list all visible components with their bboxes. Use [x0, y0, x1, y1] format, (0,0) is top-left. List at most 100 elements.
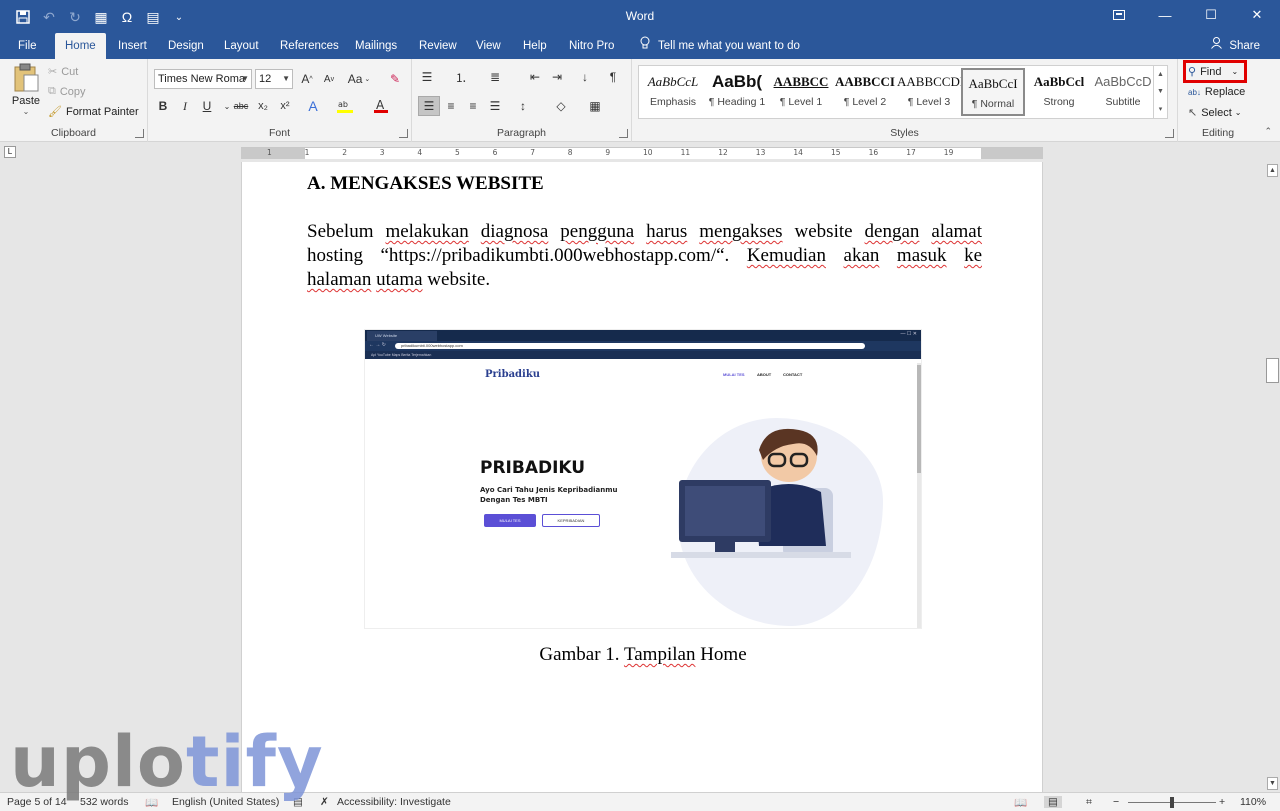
chevron-down-icon[interactable]: ▼: [1157, 88, 1164, 95]
bullets-icon[interactable]: ☰: [416, 67, 438, 87]
horizontal-ruler[interactable]: 1 1 2 3 4 5 6 7 8 9 10 11 12 13 14 15 16 17 19: [241, 147, 1043, 159]
more-styles-icon[interactable]: ▾: [1159, 105, 1163, 113]
tab-mailings[interactable]: Mailings: [345, 33, 407, 59]
scroll-down-icon[interactable]: ▼: [1267, 777, 1278, 790]
cut-button[interactable]: ✂ Cut: [48, 65, 78, 79]
copy-button[interactable]: ⧉ Copy: [48, 85, 86, 98]
web-layout-icon[interactable]: ⌗: [1086, 796, 1092, 809]
collapse-ribbon-icon[interactable]: ⌃: [1264, 126, 1272, 137]
scroll-up-icon[interactable]: ▲: [1267, 164, 1278, 177]
document-icon[interactable]: ▤: [142, 6, 164, 28]
paste-dropdown-icon[interactable]: ⌄: [23, 107, 30, 116]
align-right-icon[interactable]: ≡: [462, 96, 484, 116]
text-effects-icon[interactable]: A: [302, 96, 324, 116]
close-icon[interactable]: ✕: [1234, 0, 1280, 30]
superscript-button[interactable]: x²: [274, 96, 296, 116]
styles-launcher-icon[interactable]: [1165, 129, 1174, 138]
tab-nitro-pro[interactable]: Nitro Pro: [559, 33, 624, 59]
replace-button[interactable]: ab↓ Replace: [1188, 86, 1245, 98]
tab-insert[interactable]: Insert: [108, 33, 157, 59]
justify-icon[interactable]: ☰: [484, 96, 506, 116]
zoom-slider-thumb[interactable]: [1170, 797, 1174, 808]
style-heading-1[interactable]: AaBb(¶ Heading 1: [705, 68, 769, 116]
ruler-tick-label: 6: [492, 148, 498, 157]
highlight-color-button[interactable]: ab: [334, 96, 356, 116]
tell-me-search[interactable]: Tell me what you want to do: [640, 33, 800, 59]
tab-references[interactable]: References: [270, 33, 349, 59]
align-left-icon[interactable]: ☰: [418, 96, 440, 116]
italic-button[interactable]: I: [174, 96, 196, 116]
borders-icon[interactable]: ▦: [584, 96, 606, 116]
chevron-up-icon[interactable]: ▲: [1157, 71, 1164, 78]
line-spacing-icon[interactable]: ↕: [512, 96, 534, 116]
subscript-button[interactable]: x₂: [252, 96, 274, 116]
bold-button[interactable]: B: [152, 96, 174, 116]
change-case-button[interactable]: Aa ⌄: [344, 69, 374, 89]
strikethrough-button[interactable]: abc: [230, 96, 252, 116]
table-icon[interactable]: ▦: [90, 6, 112, 28]
style-emphasis[interactable]: AaBbCcL Emphasis: [641, 68, 705, 116]
print-layout-icon[interactable]: ▤: [1044, 796, 1062, 808]
font-launcher-icon[interactable]: [399, 129, 408, 138]
underline-button[interactable]: U: [196, 96, 218, 116]
vertical-scrollbar[interactable]: ▲ ▼: [1265, 162, 1280, 792]
font-color-button[interactable]: A: [370, 96, 392, 116]
person-icon: [1211, 37, 1225, 52]
sort-icon[interactable]: ↓: [574, 67, 596, 87]
zoom-level[interactable]: 110%: [1240, 796, 1266, 808]
site-hero-subtitle: Ayo Cari Tahu Jenis Kepribadianmu Dengan…: [480, 486, 618, 504]
tab-view[interactable]: View: [466, 33, 511, 59]
style-subtitle[interactable]: AaBbCcD Subtitle: [1091, 68, 1155, 116]
tab-design[interactable]: Design: [158, 33, 214, 59]
undo-icon[interactable]: ↶: [38, 6, 60, 28]
redo-icon[interactable]: ↻: [64, 6, 86, 28]
style-strong[interactable]: AaBbCcl Strong: [1027, 68, 1091, 116]
select-button[interactable]: ↖ Select ⌄: [1188, 106, 1242, 120]
paste-button[interactable]: Paste ⌄: [6, 63, 46, 123]
tab-file[interactable]: File: [8, 33, 47, 59]
paragraph-launcher-icon[interactable]: [619, 129, 628, 138]
scrollbar-thumb[interactable]: [1266, 358, 1279, 383]
tab-selector[interactable]: L: [4, 146, 16, 158]
multilevel-list-icon[interactable]: ≣: [484, 67, 506, 87]
numbering-icon[interactable]: ⒈: [450, 67, 472, 87]
style-level-3[interactable]: AABBCCDI ¶ Level 3: [897, 68, 961, 116]
font-size-select[interactable]: 12 ▼: [255, 69, 293, 89]
font-family-select[interactable]: Times New Roma ▼: [154, 69, 252, 89]
tab-help[interactable]: Help: [513, 33, 557, 59]
shading-icon[interactable]: ◇: [550, 96, 572, 116]
grow-font-icon[interactable]: A ^: [296, 69, 318, 89]
style-name: ¶ Level 2: [843, 96, 887, 108]
embedded-website-image[interactable]: UW Website — ☐ ✕ ← → ↻ pribadikumbti.000…: [364, 329, 922, 629]
minimize-icon[interactable]: —: [1142, 0, 1188, 30]
accessibility-status[interactable]: Accessibility: Investigate: [337, 796, 451, 808]
zoom-out-button[interactable]: −: [1113, 796, 1119, 808]
shrink-font-icon[interactable]: Av: [318, 69, 340, 89]
zoom-in-button[interactable]: +: [1219, 796, 1225, 808]
tab-layout[interactable]: Layout: [214, 33, 269, 59]
read-mode-icon[interactable]: 📖: [1014, 796, 1027, 809]
increase-indent-icon[interactable]: ⇥: [546, 67, 568, 87]
omega-icon[interactable]: Ω: [116, 6, 138, 28]
body-paragraph[interactable]: Sebelum melakukan diagnosa pengguna haru…: [307, 220, 982, 292]
decrease-indent-icon[interactable]: ⇤: [524, 67, 546, 87]
style-normal[interactable]: AaBbCcI ¶ Normal: [961, 68, 1025, 116]
show-formatting-icon[interactable]: ¶: [602, 67, 624, 87]
style-preview: AABBCCDI: [897, 74, 961, 89]
align-center-icon[interactable]: ≡: [440, 96, 462, 116]
text-run: Home: [700, 644, 747, 665]
style-level-1[interactable]: AABBCC ¶ Level 1: [769, 68, 833, 116]
ribbon-display-icon[interactable]: [1096, 0, 1142, 30]
clear-formatting-icon[interactable]: ✎: [384, 69, 406, 89]
page[interactable]: A. MENGAKSES WEBSITE Sebelum melakukan d…: [241, 162, 1043, 792]
format-painter-button[interactable]: 🖌 Format Painter: [48, 105, 139, 119]
tab-review[interactable]: Review: [409, 33, 467, 59]
tab-home[interactable]: Home: [55, 33, 106, 59]
share-button[interactable]: Share: [1211, 33, 1260, 59]
customize-qat-icon[interactable]: ⌄: [168, 6, 190, 28]
clipboard-launcher-icon[interactable]: [135, 129, 144, 138]
style-level-2[interactable]: AABBCCI ¶ Level 2: [833, 68, 897, 116]
save-icon[interactable]: [12, 6, 34, 28]
maximize-icon[interactable]: ☐: [1188, 0, 1234, 30]
site-logo: Pribadiku: [485, 369, 541, 380]
